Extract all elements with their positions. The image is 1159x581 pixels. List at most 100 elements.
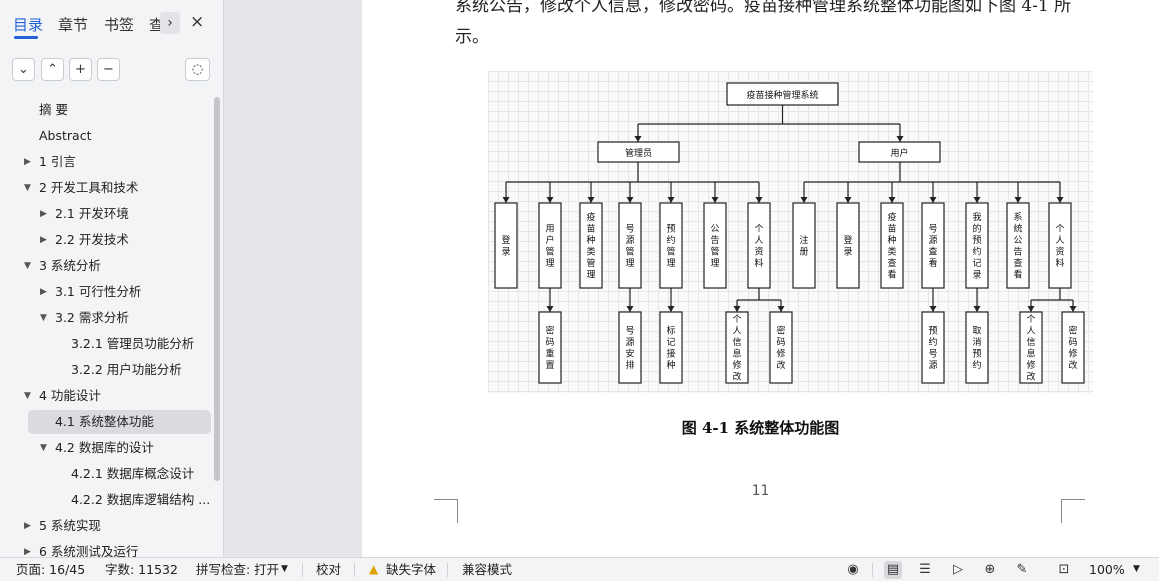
arrowhead: [777, 306, 785, 312]
fit-page-icon[interactable]: ⊡: [1055, 561, 1073, 579]
arrowhead: [755, 197, 763, 203]
eye-icon[interactable]: ◉: [844, 561, 862, 579]
expanded-arrow-icon[interactable]: ▼: [24, 384, 31, 408]
outline-item-label: 3 系统分析: [39, 258, 101, 273]
collapsed-arrow-icon[interactable]: ▶: [40, 280, 47, 304]
outline-item-label: 2.1 开发环境: [55, 206, 129, 221]
expanded-arrow-icon[interactable]: ▼: [24, 176, 31, 200]
arrowhead: [1056, 197, 1064, 203]
divider: [447, 563, 448, 577]
outline-item[interactable]: 3.2.2 用户功能分析: [0, 358, 214, 382]
pen-icon[interactable]: ✎: [1013, 561, 1031, 579]
status-bar: 页面: 16/45 字数: 11532 拼写检查: 打开 ▼ 校对 ▲ 缺失字体…: [0, 557, 1159, 581]
document-area: 系统公告，修改个人信息，修改密码。疫苗接种管理系统整体功能图如下图 4-1 所 …: [225, 0, 1159, 557]
divider: [302, 563, 303, 577]
arrowhead: [626, 306, 634, 312]
outline-item[interactable]: ▶ 6 系统测试及运行: [0, 540, 214, 557]
expanded-arrow-icon[interactable]: ▼: [40, 436, 47, 460]
arrowhead: [1069, 306, 1077, 312]
globe-icon[interactable]: ⊕: [981, 561, 999, 579]
arrowhead: [1027, 306, 1035, 312]
outline-item[interactable]: ▼ 2 开发工具和技术: [0, 176, 214, 200]
page-indicator[interactable]: 页面: 16/45: [16, 558, 85, 581]
missing-font-button[interactable]: 缺失字体: [386, 558, 436, 581]
outline-item-label: 3.1 可行性分析: [55, 284, 142, 299]
figure-caption: 图 4-1 系统整体功能图: [681, 419, 840, 437]
arrowhead: [733, 306, 741, 312]
collapsed-arrow-icon[interactable]: ▶: [40, 202, 47, 226]
chevron-down-icon[interactable]: ▼: [281, 558, 288, 581]
remove-heading-button[interactable]: −: [97, 58, 120, 81]
outline-item[interactable]: ▶ 3.1 可行性分析: [0, 280, 214, 304]
outline-item-label: 摘 要: [39, 102, 68, 117]
outline-item[interactable]: ▼ 3 系统分析: [0, 254, 214, 278]
function-diagram-figure[interactable]: 疫苗接种管理系统 管理员 用户 登录 用户管理 疫苗种类管理 号源管理 预约管理 公告管理 个人资…: [488, 71, 1093, 393]
outline-item[interactable]: Abstract: [0, 124, 214, 148]
tab-sections[interactable]: 章节: [58, 14, 88, 35]
collapsed-arrow-icon[interactable]: ▶: [24, 150, 31, 174]
outline-item-label: 6 系统测试及运行: [39, 544, 139, 557]
collapsed-arrow-icon[interactable]: ▶: [24, 540, 31, 557]
arrowhead: [626, 197, 634, 203]
arrowhead: [929, 306, 937, 312]
expanded-arrow-icon[interactable]: ▼: [40, 306, 47, 330]
outline-item[interactable]: 3.2.1 管理员功能分析: [0, 332, 214, 356]
outline-item-label: 4.2 数据库的设计: [55, 440, 154, 455]
outline-item[interactable]: 摘 要: [0, 98, 214, 122]
outline-item[interactable]: ▶ 2.1 开发环境: [0, 202, 214, 226]
outline-scrollbar[interactable]: [214, 97, 220, 481]
expand-button[interactable]: ⌃: [41, 58, 64, 81]
expanded-arrow-icon[interactable]: ▼: [24, 254, 31, 278]
warning-icon: ▲: [369, 562, 379, 576]
close-icon[interactable]: ×: [190, 12, 204, 32]
add-heading-button[interactable]: +: [69, 58, 92, 81]
document-page: 系统公告，修改个人信息，修改密码。疫苗接种管理系统整体功能图如下图 4-1 所 …: [362, 0, 1159, 557]
arrowhead: [546, 306, 554, 312]
diagram-label: 注册: [799, 234, 808, 258]
outline-item[interactable]: ▼ 3.2 需求分析: [0, 306, 214, 330]
outline-item[interactable]: 4.2.2 数据库逻辑结构 ...: [0, 488, 214, 512]
outline-item-label: 2.2 开发技术: [55, 232, 129, 247]
collapsed-arrow-icon[interactable]: ▶: [40, 228, 47, 252]
proofread-button[interactable]: 校对: [316, 558, 341, 581]
active-tab-indicator: [14, 36, 38, 39]
play-icon[interactable]: ▷: [949, 561, 967, 579]
chevron-right-icon[interactable]: ›: [160, 12, 180, 34]
arrowhead: [888, 197, 896, 203]
outline-view-icon[interactable]: ☰: [916, 561, 934, 579]
outline-item[interactable]: 4.2.1 数据库概念设计: [0, 462, 214, 486]
tab-bookmarks[interactable]: 书签: [104, 14, 134, 35]
crop-mark: [434, 499, 458, 523]
outline-tree: 摘 要 Abstract ▶ 1 引言 ▼ 2 开发工具和技术 ▶ 2.1 开发环境 ▶ 2.2 …: [0, 97, 214, 557]
outline-item-label: 5 系统实现: [39, 518, 101, 533]
arrowhead: [844, 197, 852, 203]
outline-item[interactable]: ▼ 4.2 数据库的设计: [0, 436, 214, 460]
chevron-down-icon[interactable]: ▼: [1133, 558, 1140, 581]
outline-item-label: Abstract: [39, 128, 92, 143]
zoom-level[interactable]: 100%: [1089, 558, 1125, 581]
divider: [872, 563, 873, 577]
outline-item[interactable]: ▶ 2.2 开发技术: [0, 228, 214, 252]
outline-item[interactable]: ▼ 4 功能设计: [0, 384, 214, 408]
word-count[interactable]: 字数: 11532: [105, 558, 178, 581]
collapsed-arrow-icon[interactable]: ▶: [24, 514, 31, 538]
body-text-line: 示。: [455, 27, 489, 47]
page-view-icon[interactable]: ▤: [884, 561, 902, 579]
outline-item-label: 3.2.1 管理员功能分析: [71, 336, 195, 351]
arrowhead: [1014, 197, 1022, 203]
outline-item-label: 4.2.1 数据库概念设计: [71, 466, 195, 481]
outline-item[interactable]: 4.1 系统整体功能: [28, 410, 211, 434]
diagram-label: 疫苗接种管理系统: [746, 89, 818, 101]
outline-item-label: 1 引言: [39, 154, 76, 169]
outline-item-label: 4 功能设计: [39, 388, 101, 403]
smart-outline-icon[interactable]: ◌: [185, 58, 210, 81]
tab-toc[interactable]: 目录: [13, 14, 43, 35]
outline-item[interactable]: ▶ 1 引言: [0, 150, 214, 174]
body-text-line: 系统公告，修改个人信息，修改密码。疫苗接种管理系统整体功能图如下图 4-1 所: [455, 0, 1072, 16]
page-number: 11: [751, 483, 770, 499]
spellcheck-toggle[interactable]: 拼写检查: 打开: [196, 558, 279, 581]
outline-item[interactable]: ▶ 5 系统实现: [0, 514, 214, 538]
collapse-all-button[interactable]: ⌄: [12, 58, 35, 81]
arrowhead: [667, 306, 675, 312]
diagram-label: 用户: [890, 147, 908, 159]
